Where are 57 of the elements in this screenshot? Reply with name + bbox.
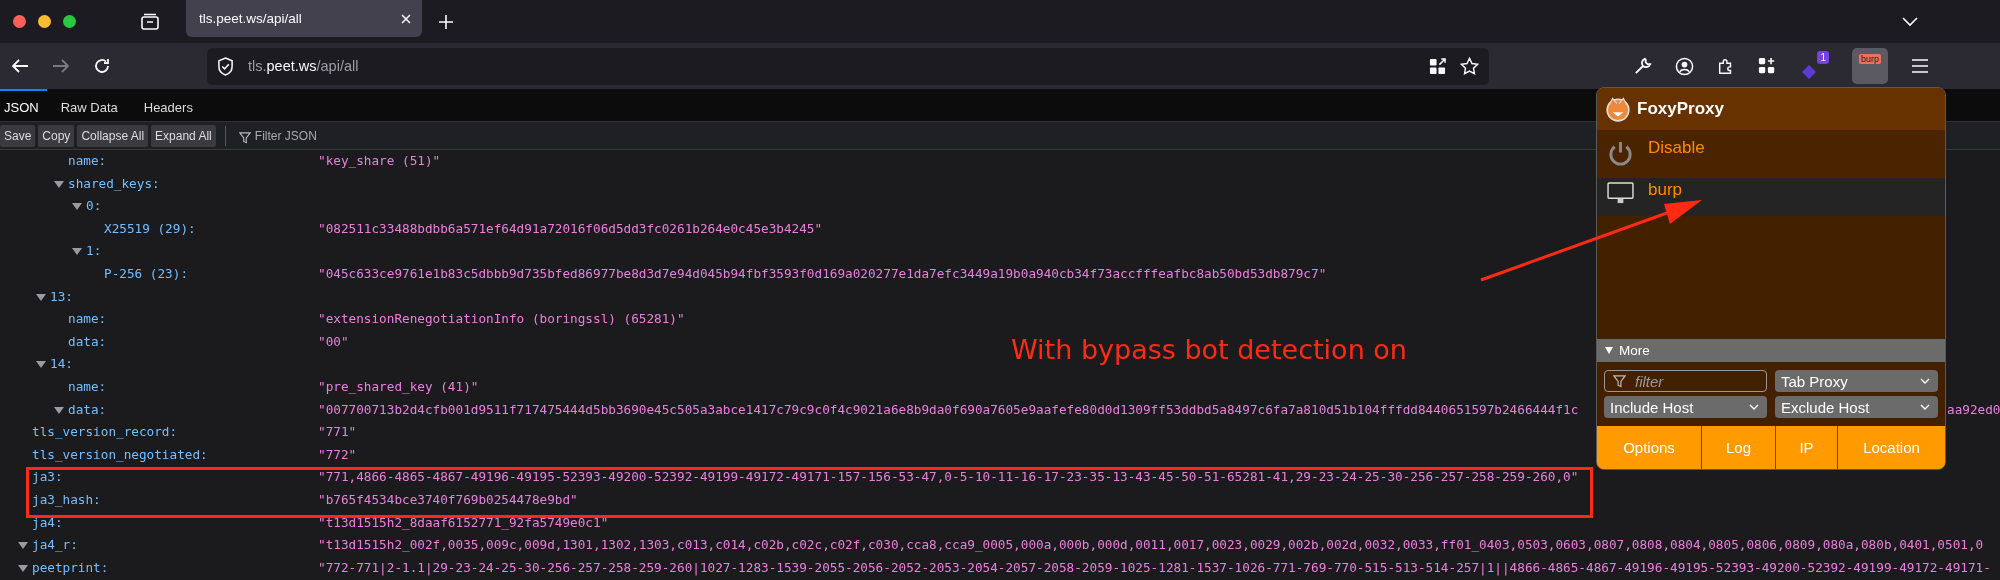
json-value: "772-771|2-1.1|29-23-24-25-30-256-257-258-259-260|1027-1283-1539-2055-2056-2052-2053-2054-2057-2058-2059-1025-1281-1537-1026-771-769-770-515-513-514-257|1||4866-4865-4867-49196-49195-52393-49200-52392-49199-49172-49171- [318, 558, 1991, 578]
json-key: name: [68, 378, 107, 394]
json-key: 14: [50, 356, 73, 372]
dropdown[interactable]: Include Host [1604, 396, 1767, 418]
json-value: "771,4866-4865-4867-49196-49195-52393-49200-52392-49199-49172-49171-157-156-53-47,0-5-10-11-16-17-23-35-13-43-45-50-51-65281-41,29-23-24-25-30-256-257-258-259-260,0" [318, 468, 1579, 487]
json-key: ja3: [32, 469, 63, 485]
section-label: More [1619, 343, 1650, 358]
toolbar-button[interactable]: Copy [38, 124, 75, 147]
proxy-menu-item[interactable]: Disable [1597, 130, 1945, 178]
annotation-text: With bypass bot detection on [1011, 334, 1407, 365]
more-section-header[interactable]: More [1597, 339, 1945, 362]
json-key: tls_version_record: [32, 424, 178, 440]
json-key: name: [68, 153, 107, 168]
browser-tab[interactable]: tls.peet.ws/api/all [186, 0, 422, 37]
json-value: "t13d1515h2_8daaf6152771_92fa5749e0c1" [318, 513, 609, 532]
json-key: 0: [86, 198, 102, 214]
json-value: "772" [318, 445, 357, 464]
json-key: peetprint: [32, 559, 109, 575]
json-key: X25519 (29): [104, 220, 196, 236]
address-bar[interactable]: tls.peet.ws/api/all [207, 47, 1489, 85]
json-value: "key_share (51)" [318, 152, 441, 170]
json-key: 1: [86, 243, 102, 259]
json-value: "045c633ce9761e1b83c5dbbb9d735bfed86977be8d3d7e94d045b94fbf3593f0d169a020277e1da7efc3449a19b0a940cb34f73accfffeafbc8ab50bd53db879c7" [318, 264, 1327, 283]
json-key: tls_version_negotiated: [32, 446, 208, 462]
json-value: "b765f4534bce3740f769b0254478e9bd" [318, 490, 578, 509]
dropdown[interactable]: Tab Proxy [1775, 370, 1938, 392]
json-value: "extensionRenegotiationInfo (boringssl) (65281)" [318, 310, 685, 329]
json-value: aa92ed0 [1947, 400, 2000, 419]
extension-button[interactable]: 1 [1799, 51, 1829, 81]
notification-badge: 1 [1817, 51, 1829, 64]
json-value: "00" [318, 332, 349, 351]
json-value: "pre_shared_key (41)" [318, 377, 479, 396]
proxy-menu-item[interactable]: burp [1597, 178, 1945, 216]
viewer-tab[interactable]: Headers [139, 88, 205, 122]
json-key: 13: [50, 288, 73, 304]
toolbar-button[interactable]: Collapse All [77, 124, 149, 147]
filter-field[interactable]: filter [1604, 370, 1767, 392]
json-value: "007700713b2d4cfb001d9511f717475444d5bb3690e45c505a3abce1417c79c9c0f4c9021a6e8b9da0f690a7605e9aafefe80d0d1309ff53ddbd5a8497c6fa7a810d51b104fffdd8440651597b2466444f1c [318, 400, 1579, 419]
viewer-tab[interactable]: Raw Data [56, 88, 130, 122]
filter-field[interactable]: Filter JSON [234, 126, 417, 145]
json-value: "082511c33488bdbb6a571ef64d91a72016f06d5dd3fc0261b264e0c45e3b4245" [318, 219, 823, 238]
json-key: ja4_r: [32, 537, 78, 553]
json-key: P-256 (23): [104, 265, 189, 281]
json-key: data: [68, 401, 107, 417]
url-text: tls.peet.ws/api/all [248, 58, 359, 74]
dropdown[interactable]: Exclude Host [1775, 396, 1938, 418]
json-key: data: [68, 333, 107, 349]
json-value: "771" [318, 423, 357, 442]
json-key: ja3_hash: [32, 491, 101, 507]
json-value: "t13d1515h2_002f,0035,009c,009d,1301,1302,1303,c013,c014,c02b,c02c,c02f,c030,cca8,cca9_0005,000a,000b,000d,0011,0017,0023,0029,002b,002d,0032,0033,ff01_0403,0503,0603,0807,0808,0804,0805,0806,0809,080a,080b,0401,0501,0 [318, 536, 1984, 555]
json-key: shared_keys: [68, 175, 160, 191]
popup-title: FoxyProxy [1637, 99, 1724, 119]
json-key: ja4: [32, 514, 63, 530]
proxy-extension-button[interactable]: burp [1852, 48, 1888, 84]
toolbar-button[interactable]: Save [0, 124, 36, 147]
json-key: name: [68, 311, 107, 327]
toolbar-button[interactable]: Expand All [151, 124, 216, 147]
